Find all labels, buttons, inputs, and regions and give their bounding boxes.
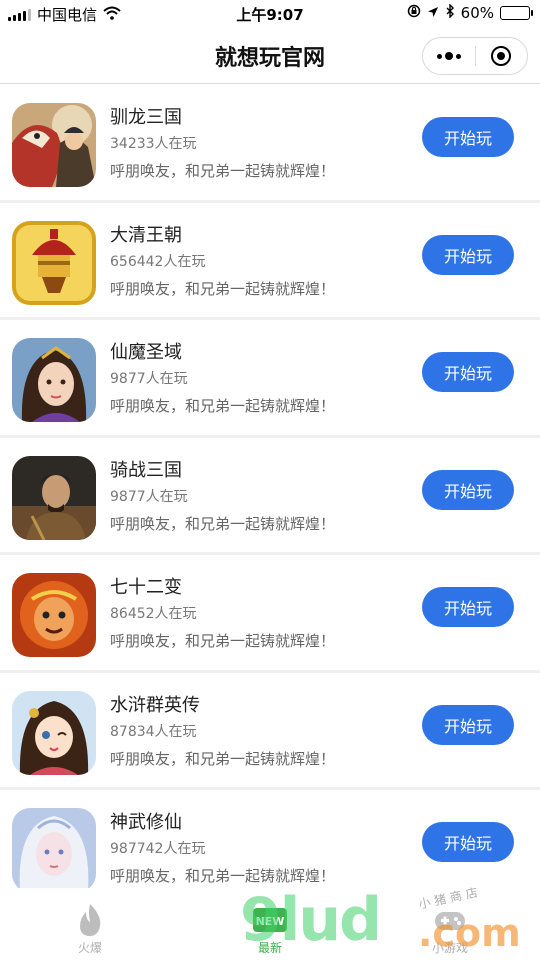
tab-label: 最新 <box>257 941 282 955</box>
warrior-game-icon <box>12 455 96 540</box>
start-play-button[interactable]: 开始玩 <box>422 234 514 275</box>
tab-mini-games[interactable]: 小游戏 <box>390 888 510 960</box>
game-description: 呼朋唤友，和兄弟一起铸就辉煌！ <box>110 749 336 768</box>
lock-rotation-icon <box>407 4 421 22</box>
flame-icon <box>72 902 108 938</box>
location-icon <box>427 4 439 22</box>
tab-newest[interactable]: NEW 最新 <box>210 888 330 960</box>
game-description: 呼朋唤友，和兄弟一起铸就辉煌！ <box>110 514 336 533</box>
game-item[interactable]: 驯龙三国 34233人在玩 呼朋唤友，和兄弟一起铸就辉煌！ 开始玩 <box>0 85 540 203</box>
player-count: 9877人在玩 <box>110 371 188 387</box>
game-description: 呼朋唤友，和兄弟一起铸就辉煌！ <box>110 397 336 415</box>
lantern-game-icon <box>12 220 96 305</box>
bluetooth-icon <box>445 3 455 22</box>
game-description: 呼朋唤友，和兄弟一起铸就辉煌！ <box>110 279 336 298</box>
game-name: 水浒群英传 <box>110 694 200 716</box>
battery-icon <box>500 6 533 20</box>
start-play-button[interactable]: 开始玩 <box>422 469 514 510</box>
game-description: 呼朋唤友，和兄弟一起铸就辉煌！ <box>110 867 336 885</box>
game-item[interactable]: 仙魔圣域 9877人在玩 呼朋唤友，和兄弟一起铸就辉煌！ 开始玩 <box>0 320 540 438</box>
game-name: 大清王朝 <box>110 224 182 246</box>
game-name: 骑战三国 <box>110 459 182 481</box>
svg-text:NEW: NEW <box>256 915 285 928</box>
player-count: 9877人在玩 <box>110 488 188 505</box>
target-icon <box>491 46 512 66</box>
more-button[interactable] <box>423 38 475 74</box>
game-item[interactable]: 水浒群英传 87834人在玩 呼朋唤友，和兄弟一起铸就辉煌！ 开始玩 <box>0 673 540 790</box>
close-mini-program-button[interactable] <box>476 38 528 74</box>
tab-bar: 火爆 NEW 最新 小游戏 <box>0 888 540 960</box>
tab-hot[interactable]: 火爆 <box>30 888 150 960</box>
game-description: 呼朋唤友，和兄弟一起铸就辉煌！ <box>110 162 336 180</box>
heroine-game-icon <box>12 690 96 775</box>
game-item[interactable]: 骑战三国 9877人在玩 呼朋唤友，和兄弟一起铸就辉煌！ 开始玩 <box>0 438 540 555</box>
tab-label: 火爆 <box>77 941 102 955</box>
player-count: 656442人在玩 <box>110 253 206 270</box>
navigation-bar: 就想玩官网 <box>0 28 540 84</box>
game-list: 驯龙三国 34233人在玩 呼朋唤友，和兄弟一起铸就辉煌！ 开始玩 大清王朝 6… <box>0 85 540 908</box>
status-bar: 中国电信 上午9:07 60% <box>0 0 540 28</box>
game-item[interactable]: 大清王朝 656442人在玩 呼朋唤友，和兄弟一起铸就辉煌！ 开始玩 <box>0 203 540 320</box>
fairy-game-icon <box>12 338 96 422</box>
dragon-game-icon <box>12 103 96 187</box>
start-play-button[interactable]: 开始玩 <box>422 822 514 862</box>
tab-label: 小游戏 <box>431 941 468 955</box>
new-badge-icon: NEW <box>252 902 288 938</box>
start-play-button[interactable]: 开始玩 <box>422 117 514 157</box>
start-play-button[interactable]: 开始玩 <box>422 587 514 627</box>
game-name: 七十二变 <box>110 577 182 598</box>
player-count: 34233人在玩 <box>110 136 197 152</box>
game-name: 神武修仙 <box>110 812 182 833</box>
player-count: 987742人在玩 <box>110 841 206 857</box>
start-play-button[interactable]: 开始玩 <box>422 704 514 745</box>
game-icon <box>432 902 468 938</box>
monkey-king-game-icon <box>12 573 96 657</box>
battery-percent: 60% <box>460 4 494 22</box>
mini-program-capsule <box>422 37 528 75</box>
game-item[interactable]: 七十二变 86452人在玩 呼朋唤友，和兄弟一起铸就辉煌！ 开始玩 <box>0 555 540 673</box>
player-count: 86452人在玩 <box>110 606 197 622</box>
game-name: 仙魔圣域 <box>110 342 182 363</box>
more-dots-icon <box>436 52 461 60</box>
start-play-button[interactable]: 开始玩 <box>422 352 514 392</box>
game-name: 驯龙三国 <box>110 107 182 128</box>
game-description: 呼朋唤友，和兄弟一起铸就辉煌！ <box>110 632 336 650</box>
immortal-game-icon <box>12 808 96 892</box>
player-count: 87834人在玩 <box>110 723 197 740</box>
